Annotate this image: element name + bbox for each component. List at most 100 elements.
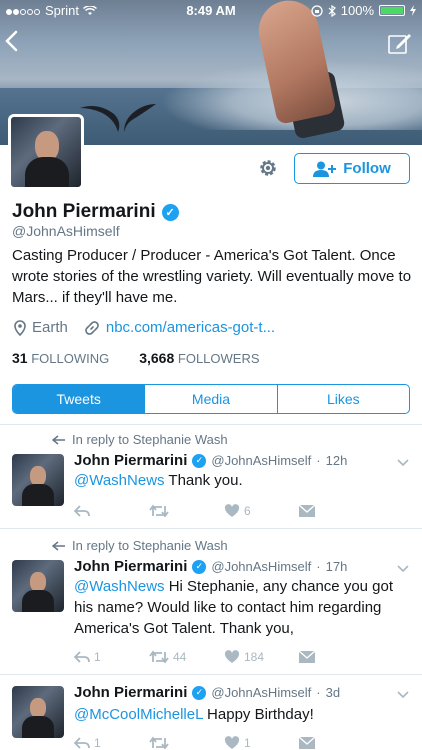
reply-button[interactable]: 1 <box>74 650 149 664</box>
envelope-icon <box>299 737 315 749</box>
following-count-link[interactable]: 31 FOLLOWING <box>12 350 109 366</box>
like-count: 1 <box>244 736 251 750</box>
followers-label: FOLLOWERS <box>177 351 260 366</box>
settings-button[interactable] <box>257 157 279 179</box>
tweet-author-handle: @JohnAsHimself <box>211 559 312 574</box>
tweet-mention[interactable]: @McCoolMichelleL <box>74 706 203 723</box>
bluetooth-icon <box>328 4 336 17</box>
tweet-item[interactable]: John Piermarini ✓ @JohnAsHimself · 3d @M… <box>0 674 422 750</box>
tweet-time: 3d <box>325 685 341 700</box>
tweet-dot: · <box>316 453 321 468</box>
tweet-time: 12h <box>325 453 348 468</box>
profile-meta: Earth nbc.com/americas-got-t... <box>14 319 275 336</box>
reply-button[interactable] <box>74 505 149 517</box>
tweet-author-name: John Piermarini <box>74 684 188 701</box>
compose-icon <box>388 34 411 54</box>
dm-button[interactable] <box>299 651 374 663</box>
heart-icon <box>224 504 240 517</box>
tweet-header: John Piermarini ✓ @JohnAsHimself · 3d <box>74 684 340 701</box>
link-icon <box>85 320 99 335</box>
back-button[interactable] <box>4 30 26 58</box>
tab-tweets[interactable]: Tweets <box>13 385 146 413</box>
retweet-button[interactable] <box>149 736 224 750</box>
tweet-actions: 6 <box>74 502 374 520</box>
chevron-down-icon[interactable] <box>396 564 410 574</box>
retweet-icon <box>149 736 169 750</box>
reply-context-text: In reply to Stephanie Wash <box>72 538 228 553</box>
reply-context: In reply to Stephanie Wash <box>52 538 228 553</box>
verified-badge-icon: ✓ <box>192 685 207 700</box>
verified-badge-icon: ✓ <box>192 453 207 468</box>
compose-button[interactable] <box>388 32 412 54</box>
retweet-icon <box>149 504 169 518</box>
tweet-mention[interactable]: @WashNews <box>74 472 165 489</box>
like-button[interactable]: 6 <box>224 504 299 518</box>
whale-tail-icon <box>80 104 156 132</box>
tweet-text: @WashNews Hi Stephanie, any chance you g… <box>74 576 404 639</box>
tweet-dot: · <box>316 685 321 700</box>
following-label: FOLLOWING <box>31 351 110 366</box>
dm-button[interactable] <box>299 505 374 517</box>
tweet-avatar[interactable] <box>12 454 64 506</box>
tweet-dot: · <box>316 559 321 574</box>
chevron-down-icon[interactable] <box>396 458 410 468</box>
tweet-mention[interactable]: @WashNews <box>74 578 165 595</box>
tweet-text: @WashNews Thank you. <box>74 470 404 491</box>
tab-likes[interactable]: Likes <box>278 385 409 413</box>
location-pin-icon <box>14 319 26 336</box>
battery-percent: 100% <box>340 3 374 18</box>
tweet-author-handle: @JohnAsHimself <box>211 453 312 468</box>
battery-icon <box>379 5 405 16</box>
add-user-icon <box>313 161 337 177</box>
tweet-actions: 1 1 <box>74 734 374 750</box>
status-bar: Sprint 8:49 AM 100% <box>0 0 422 22</box>
followers-count: 3,668 <box>139 350 175 366</box>
retweet-button[interactable]: 44 <box>149 650 224 664</box>
followers-count-link[interactable]: 3,668 FOLLOWERS <box>139 350 259 366</box>
tweet-author-name: John Piermarini <box>74 452 188 469</box>
reply-count: 1 <box>94 650 101 664</box>
tweet-text: @McCoolMichelleL Happy Birthday! <box>74 704 404 725</box>
tweet-header: John Piermarini ✓ @JohnAsHimself · 17h <box>74 558 347 575</box>
tweet-item[interactable]: In reply to Stephanie Wash John Piermari… <box>0 528 422 674</box>
tweet-item[interactable]: In reply to Stephanie Wash John Piermari… <box>0 424 422 528</box>
charging-icon <box>410 5 416 16</box>
reply-count: 1 <box>94 736 101 750</box>
gear-icon <box>260 160 276 176</box>
follow-button[interactable]: Follow <box>294 153 410 184</box>
tweet-body: Happy Birthday! <box>202 706 314 723</box>
dm-button[interactable] <box>299 737 374 749</box>
rotation-lock-icon <box>311 4 323 17</box>
tweet-body: Thank you. <box>164 472 243 489</box>
verified-badge-icon: ✓ <box>192 559 207 574</box>
like-button[interactable]: 184 <box>224 650 299 664</box>
tab-media[interactable]: Media <box>145 385 278 413</box>
envelope-icon <box>299 651 315 663</box>
reply-icon <box>74 651 90 663</box>
profile-avatar[interactable] <box>8 114 84 190</box>
reply-arrow-icon <box>52 434 65 445</box>
like-count: 6 <box>244 504 251 518</box>
reply-arrow-icon <box>52 540 65 551</box>
tweet-avatar[interactable] <box>12 560 64 612</box>
tweet-author-name: John Piermarini <box>74 558 188 575</box>
tweet-header: John Piermarini ✓ @JohnAsHimself · 12h <box>74 452 347 469</box>
like-count: 184 <box>244 650 265 664</box>
follow-label: Follow <box>343 160 391 177</box>
tweet-avatar[interactable] <box>12 686 64 738</box>
reply-context-text: In reply to Stephanie Wash <box>72 432 228 447</box>
retweet-icon <box>149 650 169 664</box>
profile-handle: @JohnAsHimself <box>12 223 120 239</box>
website-link[interactable]: nbc.com/americas-got-t... <box>106 319 275 336</box>
heart-icon <box>224 736 240 749</box>
location-text: Earth <box>32 319 68 336</box>
heart-icon <box>224 650 240 663</box>
tweet-author-handle: @JohnAsHimself <box>211 685 312 700</box>
retweet-button[interactable] <box>149 504 224 518</box>
following-count: 31 <box>12 350 28 366</box>
reply-button[interactable]: 1 <box>74 736 149 750</box>
chevron-left-icon <box>5 30 18 52</box>
like-button[interactable]: 1 <box>224 736 299 750</box>
chevron-down-icon[interactable] <box>396 690 410 700</box>
profile-name: John Piermarini ✓ <box>12 201 179 223</box>
